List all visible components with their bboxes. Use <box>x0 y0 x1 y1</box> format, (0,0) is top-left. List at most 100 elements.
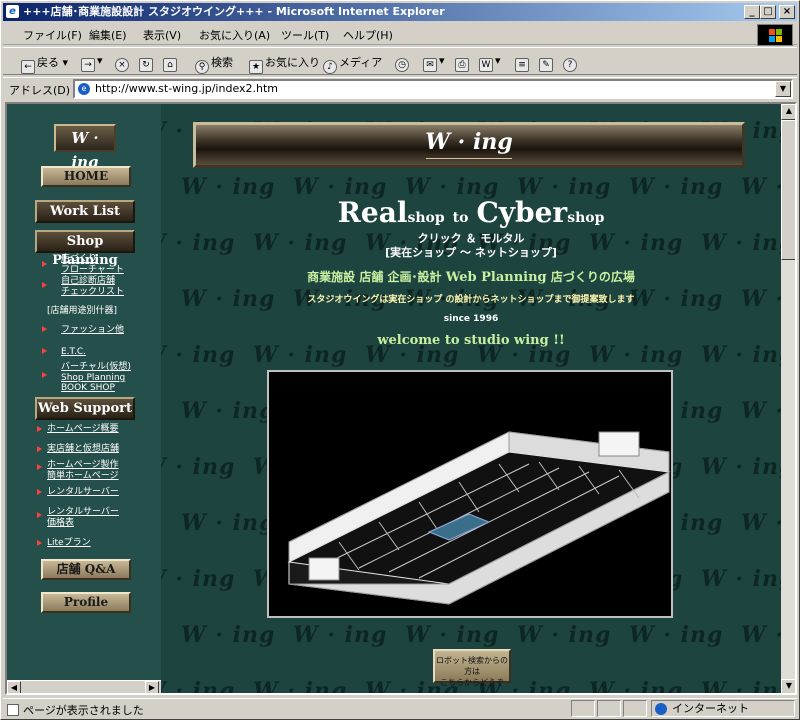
edit-button[interactable]: W ▾ <box>479 54 501 72</box>
status-text: ページが表示されました <box>7 702 144 718</box>
menu-help[interactable]: ヘルプ(H) <box>343 27 393 43</box>
printer-icon: ⎙ <box>455 58 469 72</box>
stop-button[interactable]: × <box>115 54 131 72</box>
address-label: アドレス(D) <box>9 84 71 97</box>
sidebar-horizontal-scrollbar[interactable]: ◀ ▶ <box>7 680 161 693</box>
work-list-button[interactable]: Work List <box>35 200 135 223</box>
link-fashion[interactable]: ファッション他 <box>61 325 124 335</box>
link-flowchart-2[interactable]: フローチャート <box>61 265 124 275</box>
link-checklist-2[interactable]: チェックリスト <box>61 287 124 297</box>
watermark-logo: W · ing <box>517 622 612 648</box>
link-book-shop-1[interactable]: Shop Planning <box>61 373 125 383</box>
bullet-icon <box>42 326 47 332</box>
link-rental-price-1[interactable]: レンタルサーバー <box>47 507 119 517</box>
favorites-button[interactable]: ★ お気に入り <box>249 54 320 74</box>
page-icon: e <box>78 83 90 95</box>
link-lite-plan[interactable]: Liteプラン <box>47 538 91 548</box>
maximize-button[interactable]: □ <box>760 5 776 19</box>
bullet-icon <box>42 282 47 288</box>
back-button[interactable]: ← 戻る ▾ <box>21 54 68 74</box>
vertical-scrollbar[interactable]: ▲ ▼ <box>781 104 795 693</box>
scroll-right-icon[interactable]: ▶ <box>145 681 159 693</box>
title-bar[interactable]: e +++店舗･商業施設設計 スタジオウイング+++ - Microsoft I… <box>3 3 797 21</box>
address-bar: アドレス(D) e http://www.st-wing.jp/index2.h… <box>3 77 797 99</box>
headline-cyber: Cyber <box>476 196 568 229</box>
home-button[interactable]: ⌂ <box>163 54 179 72</box>
globe-icon <box>655 703 667 715</box>
bullet-icon <box>37 512 42 518</box>
scroll-thumb[interactable] <box>781 120 795 260</box>
bullet-icon <box>42 348 47 354</box>
history-button[interactable]: ◷ <box>395 54 411 72</box>
research-icon: ? <box>563 58 577 72</box>
edit-icon: W <box>479 58 493 72</box>
print-button[interactable]: ⎙ <box>455 54 471 72</box>
minimize-button[interactable]: _ <box>744 5 760 19</box>
profile-button[interactable]: Profile <box>41 592 131 613</box>
address-dropdown-button[interactable]: ▼ <box>775 81 791 97</box>
menu-favorites[interactable]: お気に入り(A) <box>199 27 270 43</box>
close-button[interactable]: × <box>779 5 795 19</box>
menu-tools[interactable]: ツール(T) <box>281 27 329 43</box>
link-rental-price-2[interactable]: 価格表 <box>47 518 74 528</box>
main-frame: W · ing W · ing W · ing W · ing W · ing W · i… <box>161 104 781 693</box>
messenger-button[interactable]: ✎ <box>539 54 555 72</box>
link-rental-server[interactable]: レンタルサーバー <box>47 487 119 497</box>
link-real-virtual[interactable]: 実店舗と仮想店舗 <box>47 444 119 454</box>
link-homepage-production-1[interactable]: ホームページ製作 <box>47 460 119 470</box>
search-label: 検索 <box>211 56 233 69</box>
watermark-logo: W · ing <box>405 622 500 648</box>
status-bar: ページが表示されました インターネット <box>3 698 797 718</box>
search-button[interactable]: ⚲ 検索 <box>195 54 233 74</box>
scroll-down-icon[interactable]: ▼ <box>781 679 795 693</box>
link-homepage-overview[interactable]: ホームページ概要 <box>47 424 119 434</box>
status-panel <box>623 700 647 717</box>
ie-icon: e <box>6 5 19 18</box>
watermark-logo: W · ing <box>701 566 781 592</box>
home-link-button[interactable]: HOME <box>41 166 131 187</box>
shop-planning-button[interactable]: Shop Planning <box>35 230 135 268</box>
banner-logo: W · ing <box>425 129 513 155</box>
watermark-logo: W · ing <box>741 622 781 648</box>
link-virtual[interactable]: バーチャル(仮想) <box>61 362 131 372</box>
menu-edit[interactable]: 編集(E) <box>89 27 127 43</box>
back-arrow-icon: ← <box>21 60 35 74</box>
forward-button[interactable]: → ▾ <box>81 54 103 72</box>
link-flowchart-1[interactable]: 店づくり <box>61 254 97 264</box>
back-label: 戻る <box>37 56 59 69</box>
status-panel <box>571 700 595 717</box>
header-banner: W · ing <box>193 122 745 168</box>
link-homepage-production-2[interactable]: 簡単ホームページ <box>47 471 119 481</box>
sidebar-logo[interactable]: W · ing <box>54 124 116 171</box>
headline-shop-1: shop <box>407 210 445 226</box>
history-icon: ◷ <box>395 58 409 72</box>
mail-icon: ✉ <box>423 58 437 72</box>
web-support-button[interactable]: Web Support <box>35 397 135 420</box>
description: スタジオウイングは実在ショップ の設計からネットショップまで御提案致します <box>307 295 635 305</box>
forward-arrow-icon: → <box>81 58 95 72</box>
robot-search-button[interactable]: ロボット検索からの方は こちらからどうぞ <box>433 649 511 687</box>
mail-button[interactable]: ✉ ▾ <box>423 54 445 72</box>
media-button[interactable]: ♪ メディア <box>323 54 382 74</box>
qa-button[interactable]: 店舗 Q&A <box>41 559 131 580</box>
watermark-logo: W · ing <box>161 454 236 480</box>
bullet-icon <box>37 540 42 546</box>
stop-icon: × <box>115 58 129 72</box>
link-book-shop-2[interactable]: BOOK SHOP <box>61 383 115 393</box>
security-zone: インターネット <box>651 700 795 717</box>
discuss-button[interactable]: ≡ <box>515 54 531 72</box>
menu-view[interactable]: 表示(V) <box>143 27 181 43</box>
menu-file[interactable]: ファイル(F) <box>23 27 82 43</box>
headline: Realshop to Cybershop <box>161 196 781 229</box>
address-input[interactable]: e http://www.st-wing.jp/index2.htm ▼ <box>73 79 793 99</box>
link-etc[interactable]: E.T.C. <box>61 347 86 357</box>
bullet-icon <box>37 446 42 452</box>
search-icon: ⚲ <box>195 60 209 74</box>
research-button[interactable]: ? <box>563 54 579 72</box>
tagline-part-1: 商業施設 店舗 企画･設計 <box>307 270 442 284</box>
link-checklist-1[interactable]: 自己診断店舗 <box>61 276 115 286</box>
scroll-up-icon[interactable]: ▲ <box>781 104 795 120</box>
refresh-button[interactable]: ↻ <box>139 54 155 72</box>
scroll-left-icon[interactable]: ◀ <box>7 681 21 693</box>
calc-label: [店舗用途別什器] <box>47 306 118 316</box>
